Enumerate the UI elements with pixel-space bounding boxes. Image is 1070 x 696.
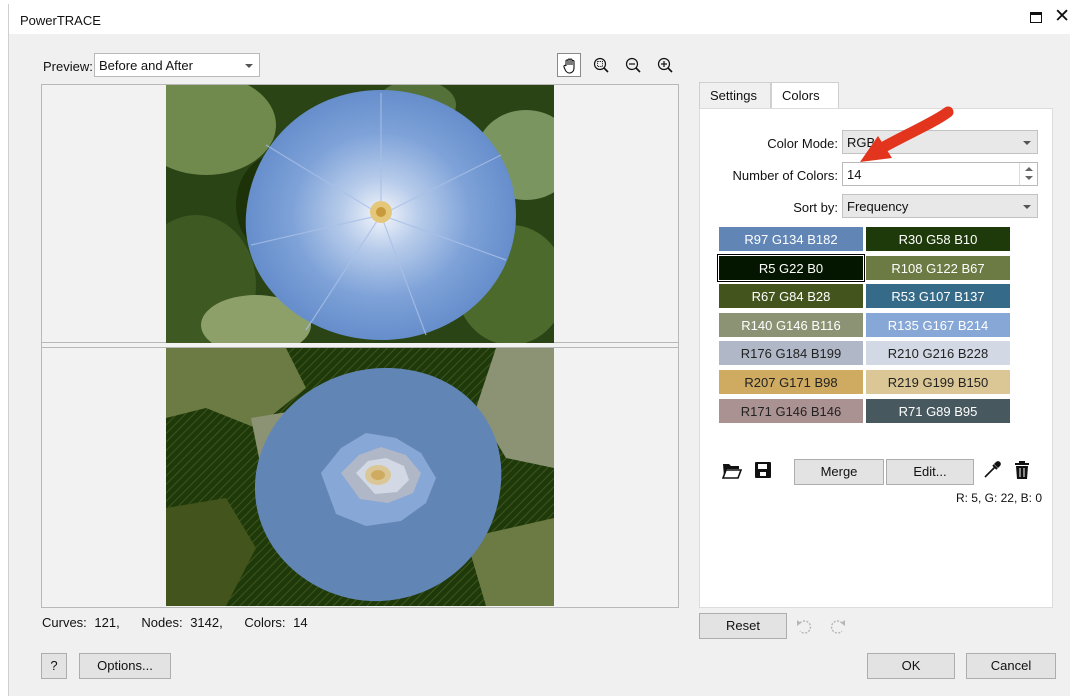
sort-by-select[interactable]: Frequency <box>842 194 1038 218</box>
zoom-in-tool[interactable] <box>653 53 677 77</box>
zoom-fit-icon <box>593 57 609 73</box>
powertrace-dialog: PowerTRACE ✕ Preview: Before and After C… <box>8 4 1070 696</box>
merge-button[interactable]: Merge <box>794 459 884 485</box>
options-button[interactable]: Options... <box>79 653 171 679</box>
hand-pan-tool[interactable] <box>557 53 581 77</box>
original-flower-image <box>166 85 554 343</box>
color-swatch[interactable]: R210 G216 B228 <box>865 340 1011 367</box>
preview-mode-select[interactable]: Before and After <box>94 53 260 77</box>
before-preview-pane[interactable] <box>42 85 678 343</box>
color-swatch[interactable]: R171 G146 B146 <box>718 397 864 424</box>
color-mode-select[interactable]: RGB <box>842 130 1038 154</box>
traced-flower-image <box>166 348 554 606</box>
curves-label: Curves: <box>42 615 87 630</box>
sort-by-value: Frequency <box>847 199 909 214</box>
title-bar: PowerTRACE ✕ <box>9 4 1070 34</box>
color-swatch[interactable]: R67 G84 B28 <box>718 283 864 310</box>
color-swatch[interactable]: R71 G89 B95 <box>865 397 1011 424</box>
chevron-down-icon <box>1023 205 1031 209</box>
colors-value: 14 <box>293 615 308 630</box>
preview-mode-value: Before and After <box>99 58 193 73</box>
zoom-in-icon <box>657 57 673 73</box>
edit-button[interactable]: Edit... <box>886 459 974 485</box>
color-swatch[interactable]: R53 G107 B137 <box>865 283 1011 310</box>
close-icon[interactable]: ✕ <box>1054 7 1070 26</box>
color-swatch[interactable]: R135 G167 B214 <box>865 311 1011 338</box>
stepper-arrows-icon[interactable] <box>1019 163 1037 185</box>
color-swatch[interactable]: R176 G184 B199 <box>718 340 864 367</box>
preview-label: Preview: <box>43 59 93 74</box>
zoom-out-icon <box>625 57 641 73</box>
folder-open-icon[interactable] <box>722 461 742 479</box>
colors-panel: Color Mode: RGB Number of Colors: 14 Sor… <box>699 108 1053 608</box>
reset-button[interactable]: Reset <box>699 613 787 639</box>
window-title: PowerTRACE <box>20 13 101 28</box>
tab-colors[interactable]: Colors <box>771 82 839 110</box>
redo-icon[interactable] <box>827 616 847 636</box>
number-of-colors-value: 14 <box>847 167 862 182</box>
save-icon[interactable] <box>754 461 772 479</box>
color-swatch[interactable]: R219 G199 B150 <box>865 369 1011 395</box>
eyedropper-icon[interactable] <box>983 461 1001 479</box>
colors-label: Colors: <box>244 615 286 630</box>
rgb-readout: R: 5, G: 22, B: 0 <box>955 491 1042 505</box>
sort-by-label: Sort by: <box>793 200 838 215</box>
curves-value: 121, <box>94 615 120 630</box>
color-swatch[interactable]: R97 G134 B182 <box>718 226 864 252</box>
color-mode-label: Color Mode: <box>767 136 838 151</box>
zoom-fit-tool[interactable] <box>589 53 613 77</box>
color-mode-value: RGB <box>847 135 876 150</box>
color-swatch[interactable]: R5 G22 B0 <box>717 253 865 282</box>
maximize-icon[interactable] <box>1030 12 1042 23</box>
color-swatch[interactable]: R140 G146 B116 <box>718 311 864 338</box>
number-of-colors-label: Number of Colors: <box>732 168 838 183</box>
help-button[interactable]: ? <box>41 653 67 679</box>
trace-statistics: Curves: 121, Nodes: 3142, Colors: 14 <box>42 615 312 630</box>
color-swatch[interactable]: R108 G122 B67 <box>865 254 1011 281</box>
tab-settings[interactable]: Settings <box>699 82 771 108</box>
zoom-out-tool[interactable] <box>621 53 645 77</box>
color-swatch[interactable]: R30 G58 B10 <box>865 226 1011 252</box>
undo-icon[interactable] <box>795 616 815 636</box>
cancel-button[interactable]: Cancel <box>966 653 1056 679</box>
hand-pan-icon <box>563 58 575 74</box>
ok-button[interactable]: OK <box>867 653 955 679</box>
nodes-value: 3142, <box>190 615 223 630</box>
chevron-down-icon <box>245 64 253 68</box>
after-preview-pane[interactable] <box>42 347 678 606</box>
preview-area[interactable] <box>41 84 679 608</box>
nodes-label: Nodes: <box>141 615 183 630</box>
trash-icon[interactable] <box>1014 461 1030 479</box>
chevron-down-icon <box>1023 141 1031 145</box>
number-of-colors-stepper[interactable]: 14 <box>842 162 1038 186</box>
color-swatch[interactable]: R207 G171 B98 <box>718 369 864 395</box>
